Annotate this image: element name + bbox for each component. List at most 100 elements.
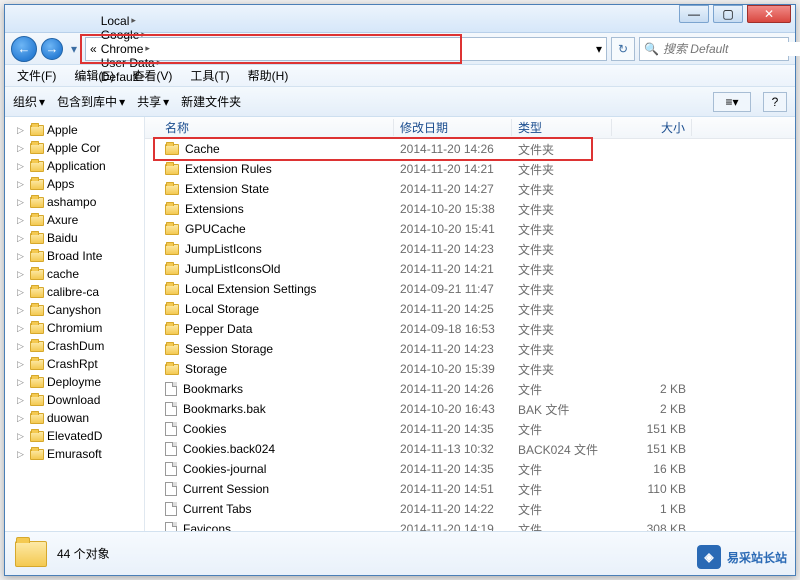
file-row[interactable]: Pepper Data2014-09-18 16:53文件夹 [145, 319, 795, 339]
tree-item[interactable]: ▷Deployme [7, 373, 144, 391]
tree-expand-icon[interactable]: ▷ [17, 161, 27, 172]
tree-item[interactable]: ▷Chromium [7, 319, 144, 337]
tree-expand-icon[interactable]: ▷ [17, 431, 27, 442]
address-bar[interactable]: « Local ▸Google ▸Chrome ▸User Data ▸Defa… [85, 37, 607, 61]
folder-icon [30, 197, 44, 208]
address-dropdown-icon[interactable]: ▾ [596, 42, 602, 56]
tree-item[interactable]: ▷Download [7, 391, 144, 409]
file-row[interactable]: Session Storage2014-11-20 14:23文件夹 [145, 339, 795, 359]
watermark-text: 易采站长站 [727, 549, 787, 566]
file-row[interactable]: Cache2014-11-20 14:26文件夹 [145, 139, 795, 159]
tree-item[interactable]: ▷duowan [7, 409, 144, 427]
file-row[interactable]: Extensions2014-10-20 15:38文件夹 [145, 199, 795, 219]
breadcrumb-google[interactable]: Google ▸ [99, 28, 164, 42]
tree-expand-icon[interactable]: ▷ [17, 125, 27, 136]
tree-item[interactable]: ▷Apps [7, 175, 144, 193]
folder-tree[interactable]: ▷Apple▷Apple Cor▷Application▷Apps▷ashamp… [5, 117, 145, 531]
refresh-button[interactable]: ↻ [611, 37, 635, 61]
file-row[interactable]: JumpListIconsOld2014-11-20 14:21文件夹 [145, 259, 795, 279]
tree-item[interactable]: ▷Axure [7, 211, 144, 229]
back-button[interactable]: ← [11, 36, 37, 62]
tree-expand-icon[interactable]: ▷ [17, 305, 27, 316]
include-button[interactable]: 包含到库中 ▾ [57, 93, 125, 110]
tree-item[interactable]: ▷calibre-ca [7, 283, 144, 301]
tree-item[interactable]: ▷Apple [7, 121, 144, 139]
help-button[interactable]: ? [763, 92, 787, 112]
maximize-button[interactable]: ▢ [713, 5, 743, 23]
file-row[interactable]: Local Storage2014-11-20 14:25文件夹 [145, 299, 795, 319]
menu-工具[interactable]: 工具(T) [182, 65, 237, 86]
breadcrumb-chrome[interactable]: Chrome ▸ [99, 42, 164, 56]
folder-icon [165, 284, 179, 295]
breadcrumb-default[interactable]: Default ▸ [99, 70, 164, 84]
view-mode-button[interactable]: ≡ ▾ [713, 92, 751, 112]
column-type[interactable]: 类型 [512, 119, 612, 136]
search-input[interactable] [663, 42, 800, 56]
tree-item[interactable]: ▷ElevatedD [7, 427, 144, 445]
history-dropdown[interactable]: ▾ [67, 42, 81, 56]
file-row[interactable]: Cookies-journal2014-11-20 14:35文件16 KB [145, 459, 795, 479]
tree-expand-icon[interactable]: ▷ [17, 359, 27, 370]
file-row[interactable]: Local Extension Settings2014-09-21 11:47… [145, 279, 795, 299]
tree-expand-icon[interactable]: ▷ [17, 143, 27, 154]
tree-expand-icon[interactable]: ▷ [17, 323, 27, 334]
file-row[interactable]: JumpListIcons2014-11-20 14:23文件夹 [145, 239, 795, 259]
file-row[interactable]: Bookmarks.bak2014-10-20 16:43BAK 文件2 KB [145, 399, 795, 419]
share-button[interactable]: 共享 ▾ [137, 93, 169, 110]
breadcrumb-user-data[interactable]: User Data ▸ [99, 56, 164, 70]
tree-item[interactable]: ▷Broad Inte [7, 247, 144, 265]
tree-item[interactable]: ▷CrashRpt [7, 355, 144, 373]
search-box[interactable]: 🔍 [639, 37, 789, 61]
tree-item[interactable]: ▷Baidu [7, 229, 144, 247]
tree-expand-icon[interactable]: ▷ [17, 197, 27, 208]
tree-item[interactable]: ▷CrashDum [7, 337, 144, 355]
tree-item[interactable]: ▷Apple Cor [7, 139, 144, 157]
folder-icon [30, 161, 44, 172]
file-row[interactable]: Storage2014-10-20 15:39文件夹 [145, 359, 795, 379]
column-name[interactable]: 名称 [159, 119, 394, 136]
explorer-window: — ▢ ✕ ← → ▾ « Local ▸Google ▸Chrome ▸Use… [4, 4, 796, 576]
tree-expand-icon[interactable]: ▷ [17, 449, 27, 460]
file-row[interactable]: Extension State2014-11-20 14:27文件夹 [145, 179, 795, 199]
tree-expand-icon[interactable]: ▷ [17, 251, 27, 262]
folder-icon [30, 341, 44, 352]
tree-expand-icon[interactable]: ▷ [17, 341, 27, 352]
file-row[interactable]: Current Tabs2014-11-20 14:22文件1 KB [145, 499, 795, 519]
close-button[interactable]: ✕ [747, 5, 791, 23]
file-icon [165, 402, 177, 416]
tree-expand-icon[interactable]: ▷ [17, 377, 27, 388]
newfolder-button[interactable]: 新建文件夹 [181, 93, 241, 110]
file-row[interactable]: Cookies.back0242014-11-13 10:32BACK024 文… [145, 439, 795, 459]
tree-expand-icon[interactable]: ▷ [17, 269, 27, 280]
tree-expand-icon[interactable]: ▷ [17, 179, 27, 190]
file-list-pane: 名称 修改日期 类型 大小 Cache2014-11-20 14:26文件夹Ex… [145, 117, 795, 531]
file-row[interactable]: Extension Rules2014-11-20 14:21文件夹 [145, 159, 795, 179]
tree-item[interactable]: ▷Canyshon [7, 301, 144, 319]
tree-expand-icon[interactable]: ▷ [17, 287, 27, 298]
column-date[interactable]: 修改日期 [394, 119, 512, 136]
folder-icon [30, 377, 44, 388]
tree-item[interactable]: ▷ashampo [7, 193, 144, 211]
forward-button[interactable]: → [41, 38, 63, 60]
breadcrumb-local[interactable]: Local ▸ [99, 14, 164, 28]
folder-icon [30, 233, 44, 244]
tree-item[interactable]: ▷cache [7, 265, 144, 283]
file-row[interactable]: Cookies2014-11-20 14:35文件151 KB [145, 419, 795, 439]
column-size[interactable]: 大小 [612, 119, 692, 136]
file-row[interactable]: Favicons2014-11-20 14:19文件308 KB [145, 519, 795, 531]
organize-button[interactable]: 组织 ▾ [13, 93, 45, 110]
file-row[interactable]: Current Session2014-11-20 14:51文件110 KB [145, 479, 795, 499]
folder-icon [30, 251, 44, 262]
file-row[interactable]: Bookmarks2014-11-20 14:26文件2 KB [145, 379, 795, 399]
tree-item[interactable]: ▷Application [7, 157, 144, 175]
tree-expand-icon[interactable]: ▷ [17, 395, 27, 406]
file-row[interactable]: GPUCache2014-10-20 15:41文件夹 [145, 219, 795, 239]
menu-帮助[interactable]: 帮助(H) [240, 65, 297, 86]
tree-expand-icon[interactable]: ▷ [17, 413, 27, 424]
tree-expand-icon[interactable]: ▷ [17, 233, 27, 244]
tree-expand-icon[interactable]: ▷ [17, 215, 27, 226]
menu-文件[interactable]: 文件(F) [9, 65, 64, 86]
folder-icon [165, 144, 179, 155]
minimize-button[interactable]: — [679, 5, 709, 23]
tree-item[interactable]: ▷Emurasoft [7, 445, 144, 463]
